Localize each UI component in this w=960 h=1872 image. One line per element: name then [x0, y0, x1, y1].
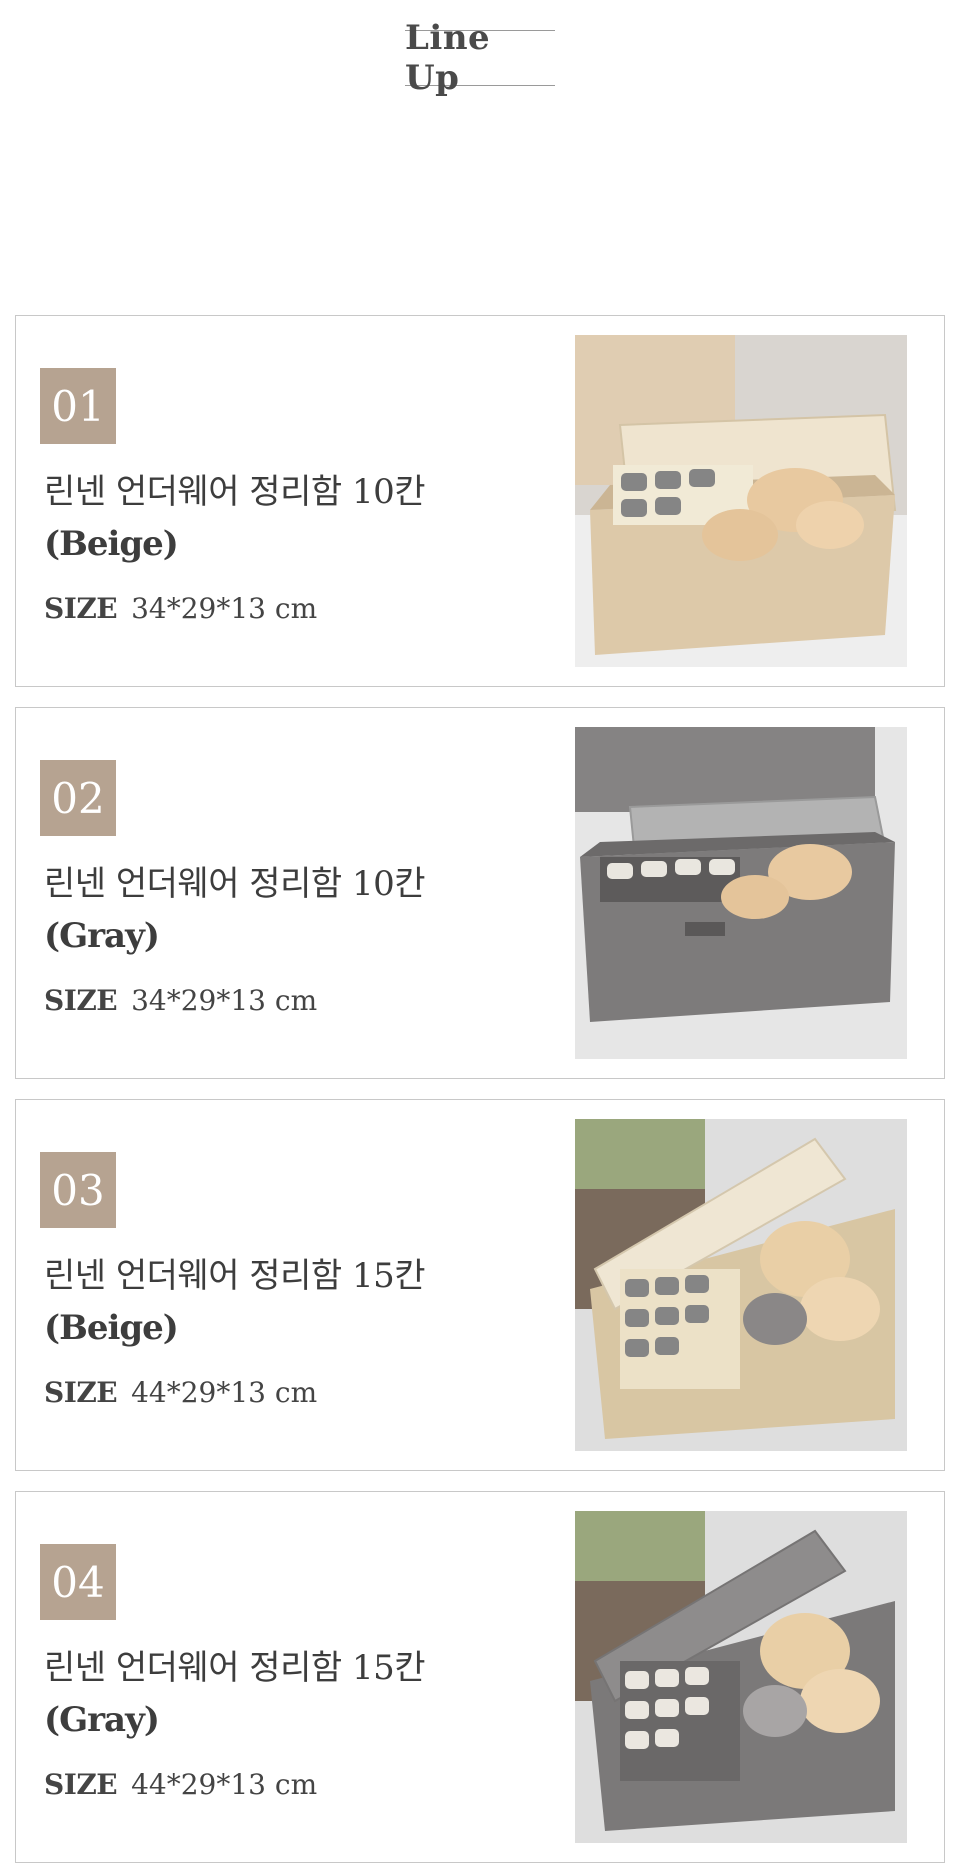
size-label: SIZE	[44, 592, 118, 625]
product-color: (Beige)	[44, 524, 179, 564]
size-label: SIZE	[44, 984, 118, 1017]
product-size: SIZE 34*29*13 cm	[44, 984, 317, 1017]
product-photo[interactable]	[575, 1511, 907, 1843]
product-number-badge: 01	[40, 368, 116, 444]
product-photo[interactable]	[575, 1119, 907, 1451]
product-color: (Gray)	[44, 916, 160, 956]
product-size: SIZE 44*29*13 cm	[44, 1768, 317, 1801]
product-name: 린넨 언더웨어 정리함 15칸	[44, 1256, 426, 1296]
product-number-badge: 04	[40, 1544, 116, 1620]
product-color: (Gray)	[44, 1700, 160, 1740]
beige-organizer-10-image	[575, 335, 907, 667]
product-name: 린넨 언더웨어 정리함 10칸	[44, 472, 426, 512]
size-label: SIZE	[44, 1376, 118, 1409]
size-value: 44*29*13 cm	[131, 1768, 318, 1801]
product-card-02[interactable]: 02 린넨 언더웨어 정리함 10칸 (Gray) SIZE 34*29*13 c…	[15, 707, 945, 1079]
product-number-badge: 03	[40, 1152, 116, 1228]
product-photo[interactable]	[575, 727, 907, 1059]
gray-organizer-10-image	[575, 727, 907, 1059]
size-value: 34*29*13 cm	[131, 592, 318, 625]
size-value: 34*29*13 cm	[131, 984, 318, 1017]
product-size: SIZE 44*29*13 cm	[44, 1376, 317, 1409]
product-card-01[interactable]: 01 린넨 언더웨어 정리함 10칸 (Beige) SIZE 34*29*13 …	[15, 315, 945, 687]
product-size: SIZE 34*29*13 cm	[44, 592, 317, 625]
product-name: 린넨 언더웨어 정리함 10칸	[44, 864, 426, 904]
product-number-badge: 02	[40, 760, 116, 836]
product-card-03[interactable]: 03 린넨 언더웨어 정리함 15칸 (Beige) SIZE 44*29*13 …	[15, 1099, 945, 1471]
section-heading: Line Up	[405, 18, 555, 98]
size-value: 44*29*13 cm	[131, 1376, 318, 1409]
product-color: (Beige)	[44, 1308, 179, 1348]
product-name: 린넨 언더웨어 정리함 15칸	[44, 1648, 426, 1688]
gray-organizer-15-image	[575, 1511, 907, 1843]
beige-organizer-15-image	[575, 1119, 907, 1451]
size-label: SIZE	[44, 1768, 118, 1801]
product-card-04[interactable]: 04 린넨 언더웨어 정리함 15칸 (Gray) SIZE 44*29*13 c…	[15, 1491, 945, 1863]
product-photo[interactable]	[575, 335, 907, 667]
